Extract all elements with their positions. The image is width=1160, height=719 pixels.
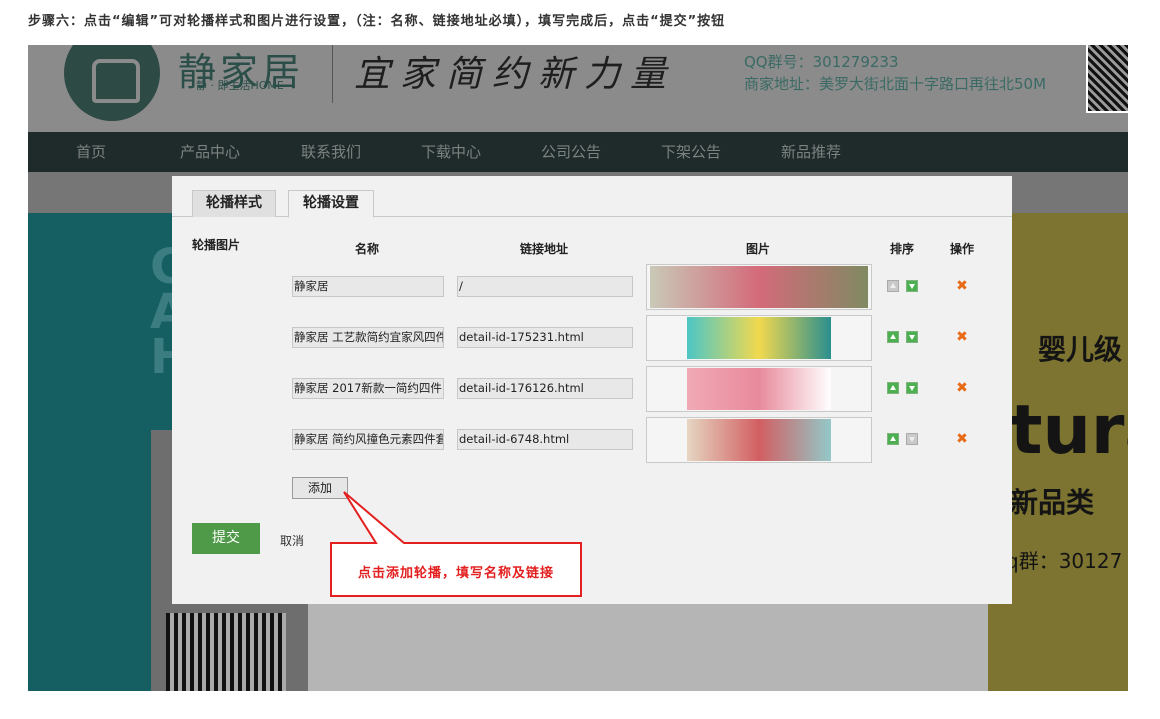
column-header-sort: 排序 — [889, 242, 914, 256]
nav-item-home[interactable]: 首页 — [76, 132, 106, 172]
nav-item-new-products[interactable]: 新品推荐 — [781, 132, 841, 172]
nav-item-discontinued[interactable]: 下架公告 — [661, 132, 721, 172]
site-header: 静家居 静 · 即生活HOME 宜家简约新力量 QQ群号：301279233 商… — [28, 45, 1128, 132]
link-input[interactable]: detail-id-176126.html — [457, 378, 633, 399]
nav-item-downloads[interactable]: 下载中心 — [421, 132, 481, 172]
delete-x-icon[interactable]: ✖ — [956, 330, 968, 344]
link-input[interactable]: detail-id-175231.html — [457, 327, 633, 348]
image-preview[interactable] — [646, 417, 872, 463]
name-input[interactable]: 静家居 — [292, 276, 444, 297]
carousel-settings-dialog: 轮播样式 轮播设置 轮播图片 名称 链接地址 图片 排序 操作 静家居 / ✖ 静家居… — [172, 176, 1012, 604]
arrow-up-icon[interactable] — [887, 433, 899, 445]
left-qr-code-icon — [166, 613, 286, 691]
column-header-link: 链接地址 — [519, 242, 568, 256]
image-preview[interactable] — [646, 264, 872, 310]
add-button[interactable]: 添加 — [292, 477, 348, 499]
submit-button[interactable]: 提交 — [192, 523, 260, 554]
name-input[interactable]: 静家居 2017新款一简约四件 — [292, 378, 444, 399]
image-preview[interactable] — [646, 366, 872, 412]
banner-text-3: 新品类 — [1010, 486, 1095, 519]
tab-carousel-style[interactable]: 轮播样式 — [192, 190, 276, 217]
banner-text-2: tura — [1010, 391, 1128, 470]
carousel-image-thumbnail — [687, 419, 831, 461]
slogan: 宜家简约新力量 — [354, 54, 677, 95]
nav-item-products[interactable]: 产品中心 — [180, 132, 240, 172]
link-input[interactable]: / — [457, 276, 633, 297]
shop-address: 商家地址：美罗大街北面十字路口再往北50M — [744, 75, 1047, 93]
name-input[interactable]: 静家居 工艺款简约宜家风四件 — [292, 327, 444, 348]
carousel-image-thumbnail — [687, 317, 831, 359]
arrow-down-icon[interactable] — [906, 382, 918, 394]
delete-x-icon[interactable]: ✖ — [956, 381, 968, 395]
callout-text: 点击添加轮播，填写名称及链接 — [357, 566, 554, 581]
carousel-image-thumbnail — [687, 368, 831, 410]
brand-sub: 静 · 即生活HOME — [196, 79, 284, 92]
brand-logo-icon — [64, 45, 160, 121]
arrow-up-icon[interactable] — [887, 331, 899, 343]
nav-item-contact[interactable]: 联系我们 — [301, 132, 361, 172]
main-nav: 首页 产品中心 联系我们 下载中心 公司公告 下架公告 新品推荐 — [28, 132, 1128, 172]
arrow-up-icon[interactable] — [887, 382, 899, 394]
nav-item-announcements[interactable]: 公司公告 — [541, 132, 601, 172]
cancel-link[interactable]: 取消 — [280, 532, 304, 549]
header-divider — [332, 45, 333, 103]
arrow-down-icon[interactable] — [906, 280, 918, 292]
tab-carousel-settings[interactable]: 轮播设置 — [288, 190, 374, 218]
arrow-down-icon[interactable] — [906, 433, 918, 445]
column-header-name: 名称 — [354, 242, 379, 256]
image-preview[interactable] — [646, 315, 872, 361]
banner-text-1: 婴儿级 — [1038, 333, 1123, 366]
carousel-image-thumbnail — [650, 266, 868, 308]
step-caption: 步骤六：点击“编辑”可对轮播样式和图片进行设置，（注：名称、链接地址必填），填写… — [28, 14, 726, 29]
delete-x-icon[interactable]: ✖ — [956, 279, 968, 293]
link-input[interactable]: detail-id-6748.html — [457, 429, 633, 450]
section-label: 轮播图片 — [192, 238, 241, 252]
banner-text-4: q群：30127 — [1006, 549, 1123, 573]
column-header-image: 图片 — [745, 242, 770, 256]
qq-number: QQ群号：301279233 — [744, 53, 899, 71]
name-input[interactable]: 静家居 简约风撞色元素四件套 — [292, 429, 444, 450]
arrow-down-icon[interactable] — [906, 331, 918, 343]
arrow-up-icon[interactable] — [887, 280, 899, 292]
delete-x-icon[interactable]: ✖ — [956, 432, 968, 446]
column-header-actions: 操作 — [949, 242, 974, 256]
tab-bar: 轮播样式 轮播设置 — [172, 190, 1012, 218]
qr-code-icon — [1086, 45, 1128, 113]
